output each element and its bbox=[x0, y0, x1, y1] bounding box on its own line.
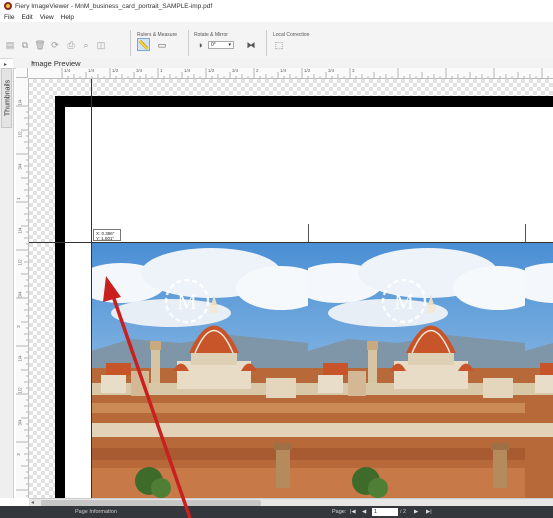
delete-icon[interactable]: 🗑 bbox=[34, 40, 45, 50]
ruler-label: 1/4 bbox=[17, 99, 23, 106]
florence-duomo-photo: M bbox=[91, 243, 308, 498]
zoom-icon[interactable]: ⌕ bbox=[81, 40, 91, 50]
ruler-label: 3/4 bbox=[232, 68, 239, 73]
thumbnails-tab-label: Thumbnails bbox=[4, 79, 12, 117]
ruler-label: 1/4 bbox=[17, 355, 23, 362]
ruler-label: 1/4 bbox=[17, 227, 23, 234]
copy-icon[interactable]: ⧉ bbox=[20, 40, 30, 50]
page-information-label[interactable]: Page Information bbox=[75, 509, 117, 515]
ruler-label: 2 bbox=[16, 325, 21, 328]
pin-icon[interactable]: ▸ bbox=[32, 59, 35, 66]
expand-panel-icon[interactable]: ▸ bbox=[4, 61, 7, 68]
page-total: / 2 bbox=[400, 509, 407, 515]
chevron-down-icon: ▾ bbox=[228, 42, 231, 48]
ruler-label: 2 bbox=[256, 68, 259, 73]
first-page-icon[interactable]: |◀ bbox=[350, 509, 356, 515]
ruler-label: 3/4 bbox=[17, 163, 23, 170]
ruler-label: 3/4 bbox=[136, 68, 143, 73]
ruler-label: 1/4 bbox=[88, 68, 95, 73]
toolbar-separator bbox=[188, 30, 189, 56]
ruler-label: 3/4 bbox=[17, 419, 23, 426]
status-bar: Page Information Page: |◀ ◀ 1 / 2 ▶ ▶| bbox=[0, 506, 553, 518]
menu-view[interactable]: View bbox=[40, 14, 54, 21]
toolbar-separator bbox=[130, 30, 131, 56]
menu-file[interactable]: File bbox=[4, 14, 14, 21]
ruler-corner bbox=[16, 68, 28, 78]
rotate-angle-value: 0° bbox=[211, 42, 216, 48]
florence-duomo-photo bbox=[525, 243, 553, 498]
monogram-text: M bbox=[394, 289, 414, 314]
cursor-coordinates: X: 0.386" Y: 1.501" bbox=[93, 229, 121, 241]
horizontal-ruler[interactable]: 1/4 1/4 1/2 3/4 1 1/4 1/2 3/4 2 1/4 1/2 3/4 3 bbox=[28, 68, 553, 79]
trim-mark bbox=[308, 224, 309, 243]
ruler-label: 3/4 bbox=[17, 291, 23, 298]
local-correction-label: Local Correction bbox=[273, 32, 310, 38]
ruler-label: 1/2 bbox=[304, 68, 311, 73]
mirror-icon[interactable]: ⧓ bbox=[246, 40, 256, 50]
measure-icon[interactable]: ▭ bbox=[157, 40, 167, 50]
page-label: Page: bbox=[332, 509, 347, 515]
business-card-images: M M bbox=[91, 243, 553, 498]
ruler-label: 1/2 bbox=[208, 68, 215, 73]
toolbar: ▤ ⧉ 🗑 ⟳ ⎙ ⌕ ◫ Rulers & Measure 📏 ▭ Rotat… bbox=[0, 22, 553, 59]
toolbar-separator bbox=[266, 30, 267, 56]
card-image-florence: M bbox=[308, 243, 525, 498]
last-page-icon[interactable]: ▶| bbox=[426, 509, 432, 515]
window-title: Fiery ImageViewer - MnM_business_card_po… bbox=[15, 2, 213, 10]
ruler-label: 1/4 bbox=[184, 68, 191, 73]
thumbnails-sidebar bbox=[0, 68, 14, 498]
rulers-icon[interactable]: 📏 bbox=[138, 40, 149, 50]
card-image-florence: M bbox=[91, 243, 308, 498]
menu-edit[interactable]: Edit bbox=[21, 14, 32, 21]
ruler-label: 1/2 bbox=[17, 387, 23, 394]
panel-title: Image Preview bbox=[31, 58, 81, 68]
menu-help[interactable]: Help bbox=[61, 14, 74, 21]
refresh-icon[interactable]: ⟳ bbox=[50, 40, 60, 50]
ruler-label: 1 bbox=[16, 197, 21, 200]
florence-duomo-photo: M bbox=[308, 243, 525, 498]
next-page-icon[interactable]: ▶ bbox=[414, 509, 418, 515]
rotate-icon[interactable]: ◑ bbox=[195, 40, 205, 50]
page-number-input[interactable]: 1 bbox=[372, 508, 398, 516]
ruler-label: 3/4 bbox=[328, 68, 335, 73]
save-icon[interactable]: ▤ bbox=[5, 40, 15, 50]
scroll-left-icon[interactable]: ◂ bbox=[31, 499, 34, 506]
fiery-logo-icon bbox=[4, 2, 12, 10]
horizontal-ruler-ticks bbox=[61, 68, 549, 78]
vertical-ruler[interactable]: 1/4 1/2 3/4 1 1/4 1/2 3/4 2 1/4 1/2 3/4 3 bbox=[16, 78, 29, 498]
image-preview-canvas[interactable]: M M X: 0.386" Y: 1.501" bbox=[29, 79, 553, 498]
ruler-label: 1/4 bbox=[280, 68, 287, 73]
card-image-florence bbox=[525, 243, 553, 498]
print-icon[interactable]: ⎙ bbox=[66, 40, 76, 50]
ruler-label: 1/2 bbox=[17, 131, 23, 138]
menu-bar: File Edit View Help bbox=[0, 12, 553, 22]
ruler-label: 1/2 bbox=[17, 259, 23, 266]
prev-page-icon[interactable]: ◀ bbox=[362, 509, 366, 515]
ruler-label: 1/4 bbox=[64, 68, 71, 73]
coord-y: Y: 1.501" bbox=[96, 236, 115, 241]
crosshair-horizontal bbox=[29, 242, 553, 243]
app-window: Fiery ImageViewer - MnM_business_card_po… bbox=[0, 0, 553, 518]
ruler-label: 1 bbox=[160, 68, 163, 73]
ruler-label: 1/2 bbox=[112, 68, 119, 73]
rotate-mirror-label: Rotate & Mirror bbox=[194, 32, 228, 38]
rotate-angle-select[interactable]: 0° ▾ bbox=[208, 41, 234, 49]
compare-icon[interactable]: ◫ bbox=[96, 40, 106, 50]
title-bar: Fiery ImageViewer - MnM_business_card_po… bbox=[0, 0, 553, 12]
local-correction-icon[interactable]: ⬚ bbox=[274, 40, 284, 50]
vertical-ruler-ticks bbox=[16, 105, 28, 497]
trim-mark bbox=[525, 224, 526, 243]
ruler-label: 3 bbox=[352, 68, 355, 73]
ruler-label: 3 bbox=[16, 453, 21, 456]
crosshair-vertical bbox=[91, 79, 92, 498]
monogram-text: M bbox=[177, 289, 197, 314]
